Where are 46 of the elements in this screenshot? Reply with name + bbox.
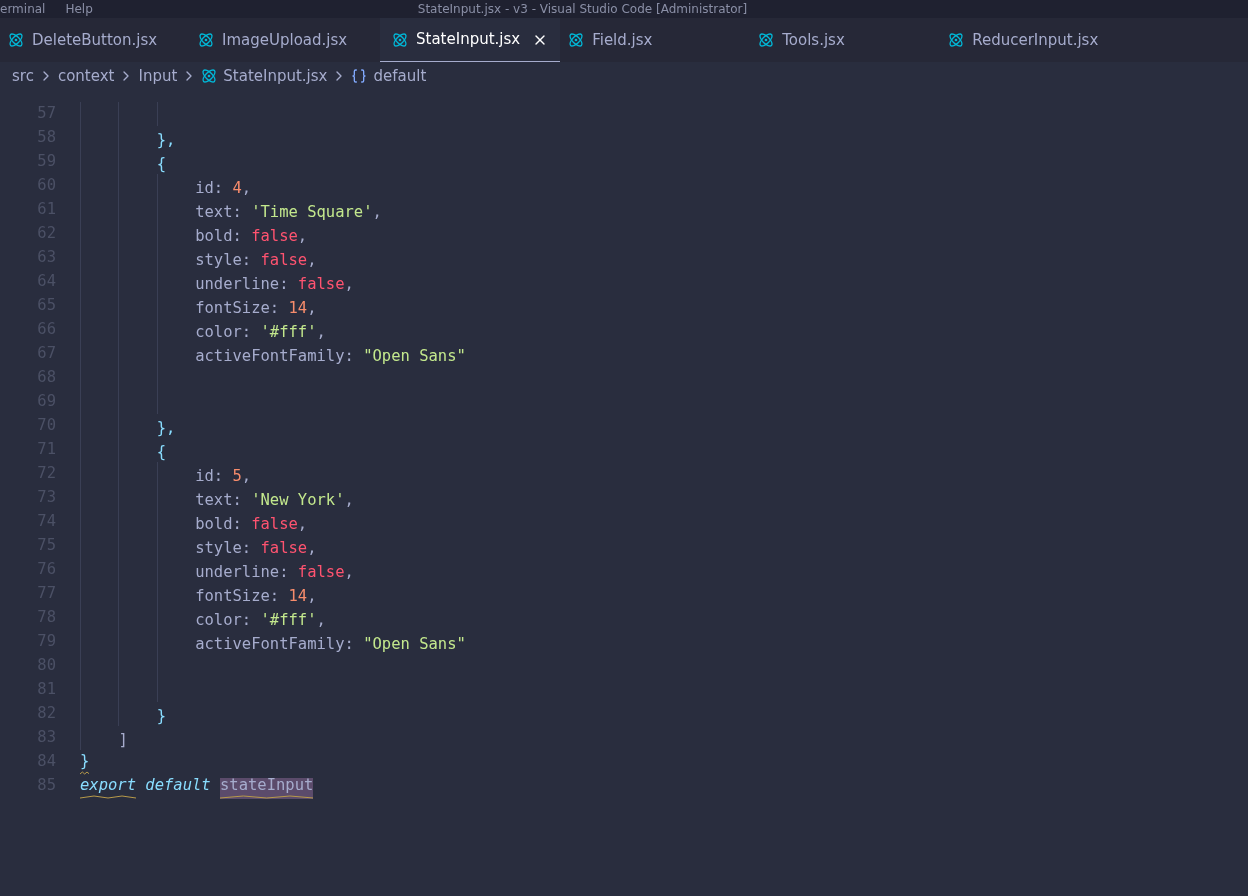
code-line: bold: false,	[195, 228, 308, 245]
code-line: text: 'New York',	[195, 492, 354, 509]
react-icon	[392, 31, 408, 48]
code-line: color: '#fff',	[195, 612, 326, 629]
code-line: underline: false,	[195, 276, 354, 293]
breadcrumb-item[interactable]: default	[373, 64, 427, 88]
editor-tab[interactable]: Tools.jsx	[750, 18, 941, 62]
editor-tab[interactable]: DeleteButton.jsx	[0, 18, 190, 62]
editor-tab[interactable]: ImageUpload.jsx	[190, 18, 380, 62]
breadcrumb-item[interactable]: StateInput.jsx	[223, 64, 328, 88]
react-icon	[198, 32, 214, 48]
code-line: id: 5,	[195, 468, 252, 485]
window-title: StateInput.jsx - v3 - Visual Studio Code [Administrator]	[417, 3, 748, 15]
code-line: id: 4,	[195, 180, 252, 197]
code-line: style: false,	[195, 252, 317, 269]
code-line: {	[156, 444, 167, 461]
breadcrumb-item[interactable]: context	[57, 64, 115, 88]
code-line: }	[80, 754, 90, 775]
code-line: color: '#fff',	[195, 324, 326, 341]
code-line: underline: false,	[195, 564, 354, 581]
code-line: {	[156, 156, 167, 173]
code-line: style: false,	[195, 540, 317, 557]
editor-tab[interactable]: ReducerInput.jsx	[940, 18, 1131, 62]
breadcrumb-item[interactable]: src	[12, 64, 34, 88]
react-icon	[568, 32, 585, 48]
menu-item[interactable]: erminal	[0, 3, 46, 15]
react-icon	[948, 32, 965, 48]
code-line: bold: false,	[195, 516, 308, 533]
code-line: text: 'Time Square',	[195, 204, 382, 221]
code-line: ]	[118, 732, 128, 749]
code-line: export default stateInput	[80, 778, 314, 799]
code-line: activeFontFamily: "Open Sans"	[195, 348, 466, 365]
breadcrumb-item[interactable]: Input	[138, 64, 178, 88]
code-line: },	[156, 420, 176, 437]
react-icon	[201, 68, 218, 84]
menu-item[interactable]: Help	[65, 3, 93, 15]
react-icon	[8, 32, 24, 48]
code-line: fontSize: 14,	[195, 300, 317, 317]
symbol-icon	[351, 68, 368, 84]
code-line: },	[156, 132, 176, 149]
code-line: activeFontFamily: "Open Sans"	[195, 636, 466, 653]
code-line: }	[156, 708, 167, 725]
editor-tab[interactable]: StateInput.jsx	[380, 18, 561, 62]
editor-tab[interactable]: Field.jsx	[560, 18, 751, 62]
code-line: fontSize: 14,	[195, 588, 317, 605]
react-icon	[758, 32, 775, 48]
